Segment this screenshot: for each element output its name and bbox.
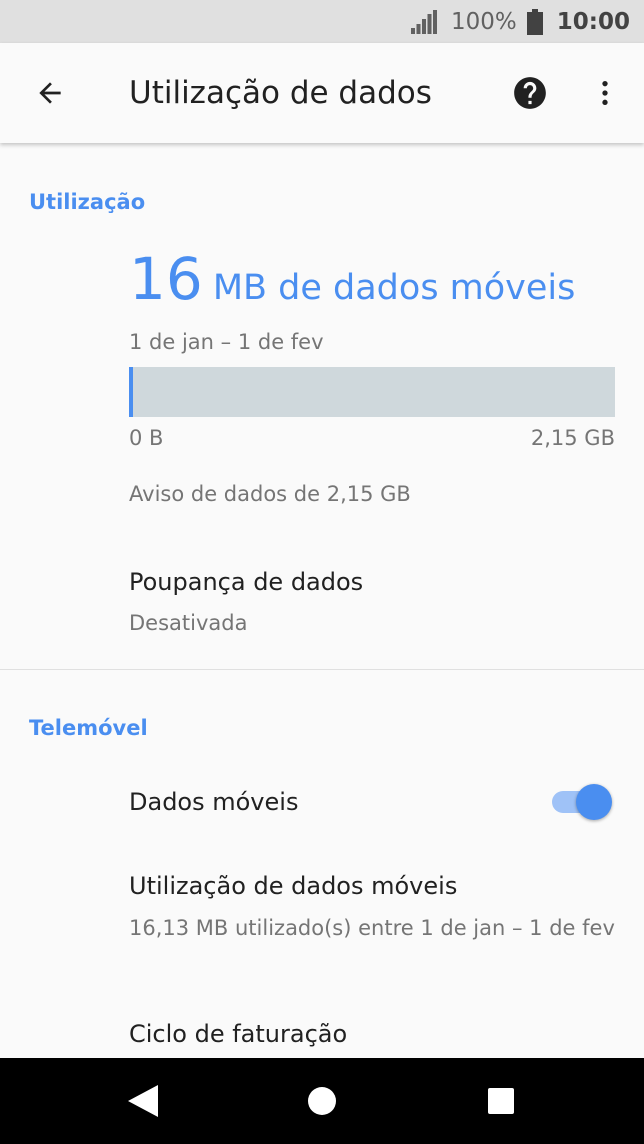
nav-home-button[interactable] bbox=[289, 1068, 355, 1134]
nav-back-button[interactable] bbox=[110, 1068, 176, 1134]
mobile-data-usage-description: 16,13 MB utilizado(s) entre 1 de jan – 1… bbox=[129, 916, 615, 940]
back-button[interactable] bbox=[20, 65, 80, 121]
battery-percentage: 100% bbox=[451, 8, 517, 35]
nav-recents-button[interactable] bbox=[468, 1068, 534, 1134]
usage-bar-min-label: 0 B bbox=[129, 426, 164, 450]
toolbar: Utilização de dados bbox=[0, 43, 644, 143]
clock: 10:00 bbox=[556, 8, 630, 35]
usage-amount: 16 bbox=[129, 245, 203, 313]
usage-unit: MB de dados móveis bbox=[212, 268, 576, 308]
usage-progress-bar bbox=[129, 367, 615, 417]
data-saver-item[interactable]: Poupança de dados Desativada bbox=[0, 550, 644, 660]
navigation-bar bbox=[0, 1058, 644, 1144]
mobile-data-toggle[interactable] bbox=[550, 784, 612, 820]
signal-icon bbox=[411, 9, 438, 34]
data-warning-text: Aviso de dados de 2,15 GB bbox=[129, 482, 411, 506]
help-button[interactable] bbox=[500, 65, 560, 121]
section-divider bbox=[0, 669, 644, 670]
section-header-mobile: Telemóvel bbox=[29, 716, 148, 740]
toggle-thumb bbox=[576, 784, 612, 820]
battery-icon bbox=[526, 8, 543, 35]
nav-home-icon bbox=[308, 1087, 336, 1115]
data-saver-title: Poupança de dados bbox=[129, 568, 364, 596]
more-vert-icon bbox=[602, 81, 608, 105]
billing-cycle-item[interactable]: Ciclo de faturação bbox=[0, 1010, 644, 1058]
page-title: Utilização de dados bbox=[129, 75, 432, 111]
mobile-data-usage-title: Utilização de dados móveis bbox=[129, 872, 458, 900]
more-options-button[interactable] bbox=[580, 65, 630, 121]
usage-progress-fill bbox=[129, 367, 133, 417]
usage-period: 1 de jan – 1 de fev bbox=[129, 330, 324, 354]
mobile-data-label: Dados móveis bbox=[129, 788, 299, 816]
help-icon bbox=[514, 77, 546, 109]
nav-recents-icon bbox=[488, 1088, 514, 1114]
billing-cycle-title: Ciclo de faturação bbox=[129, 1020, 348, 1048]
nav-back-icon bbox=[128, 1085, 158, 1117]
data-saver-status: Desativada bbox=[129, 611, 248, 635]
usage-summary: 16 MB de dados móveis bbox=[129, 245, 575, 313]
mobile-data-item[interactable]: Dados móveis bbox=[0, 760, 644, 844]
status-icons: 100% 10:00 bbox=[411, 0, 630, 43]
usage-bar-max-label: 2,15 GB bbox=[530, 426, 615, 450]
back-arrow-icon bbox=[39, 82, 61, 104]
section-header-usage: Utilização bbox=[29, 190, 146, 214]
status-bar: 100% 10:00 bbox=[0, 0, 644, 43]
